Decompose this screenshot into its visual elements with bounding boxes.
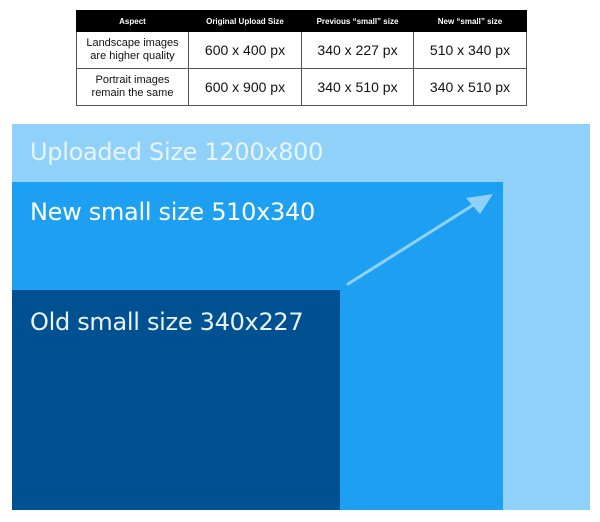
cell-previous-small-size: 340 x 510 px bbox=[301, 68, 414, 106]
uploaded-size-label: Uploaded Size 1200x800 bbox=[30, 138, 324, 166]
old-small-size-label: Old small size 340x227 bbox=[30, 308, 304, 336]
old-small-size-box: Old small size 340x227 bbox=[12, 290, 340, 510]
cell-aspect: Portrait images remain the same bbox=[76, 68, 189, 106]
header-aspect: Aspect bbox=[76, 10, 189, 32]
cell-original-size: 600 x 900 px bbox=[188, 68, 302, 106]
table-row: Landscape images are higher quality 600 … bbox=[76, 31, 527, 69]
header-original-upload-size: Original Upload Size bbox=[188, 10, 302, 32]
table-row: Portrait images remain the same 600 x 90… bbox=[76, 68, 527, 106]
cell-aspect: Landscape images are higher quality bbox=[76, 31, 189, 69]
size-comparison-table: Aspect Original Upload Size Previous “sm… bbox=[76, 10, 527, 106]
header-previous-small-size: Previous “small” size bbox=[301, 10, 414, 32]
cell-previous-small-size: 340 x 227 px bbox=[301, 31, 414, 69]
cell-original-size: 600 x 400 px bbox=[188, 31, 302, 69]
aspect-line-2: remain the same bbox=[91, 87, 174, 99]
aspect-line-1: Landscape images bbox=[86, 37, 179, 49]
table-header-row: Aspect Original Upload Size Previous “sm… bbox=[76, 10, 527, 32]
cell-new-small-size: 340 x 510 px bbox=[413, 68, 527, 106]
cell-new-small-size: 510 x 340 px bbox=[413, 31, 527, 69]
aspect-line-2: are higher quality bbox=[90, 50, 175, 62]
header-new-small-size: New “small” size bbox=[413, 10, 527, 32]
new-small-size-label: New small size 510x340 bbox=[30, 198, 315, 226]
aspect-line-1: Portrait images bbox=[95, 74, 170, 86]
